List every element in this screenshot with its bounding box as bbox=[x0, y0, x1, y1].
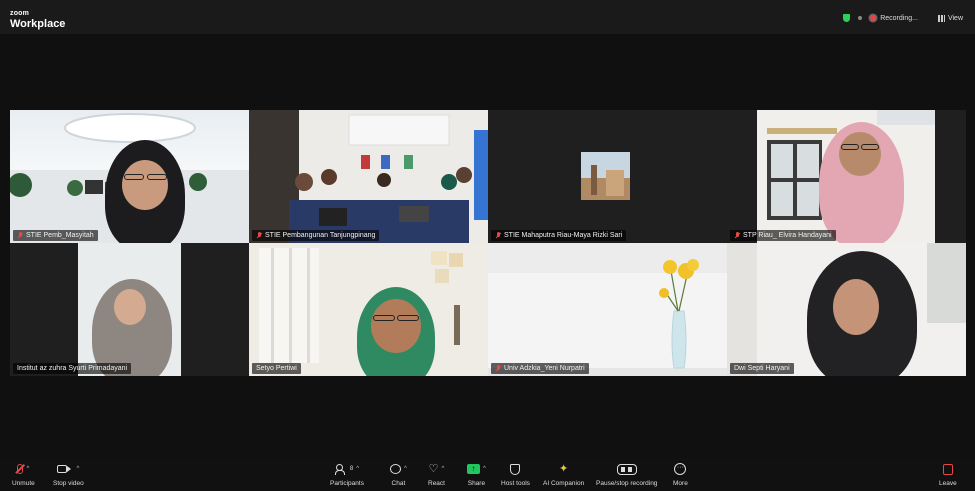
mic-muted-icon bbox=[17, 232, 23, 239]
chat-button[interactable]: ^ Chat bbox=[390, 462, 407, 487]
ai-companion-button[interactable]: ✦ AI Companion bbox=[543, 462, 584, 487]
mic-muted-icon bbox=[734, 232, 740, 239]
participant-tile[interactable]: STIE Pemb_Masyitah bbox=[10, 110, 249, 243]
more-icon: ··· bbox=[674, 463, 687, 475]
brand-top: zoom bbox=[10, 10, 30, 17]
participants-button[interactable]: 8 ^ Participants bbox=[330, 462, 364, 487]
participant-tile[interactable]: Dwi Septi Haryani bbox=[727, 243, 966, 376]
participant-tile[interactable]: Univ Adzkia_Yeni Nurpatri bbox=[488, 243, 727, 376]
mic-muted-icon bbox=[256, 232, 262, 239]
leave-icon bbox=[942, 463, 953, 475]
more-button[interactable]: ··· More bbox=[673, 462, 688, 487]
participant-name-tag: Institut az zuhra Syurti Primadayani bbox=[13, 363, 132, 374]
host-tools-button[interactable]: Host tools bbox=[501, 462, 530, 487]
participant-tile[interactable]: STIE Mahaputra Riau-Maya Rizki Sari bbox=[488, 110, 727, 243]
chevron-up-icon[interactable]: ^ bbox=[76, 466, 79, 472]
top-bar: zoom Workplace Recording... View bbox=[0, 0, 975, 34]
camera-icon bbox=[57, 465, 72, 473]
participant-video bbox=[249, 110, 488, 243]
mic-muted-icon bbox=[495, 232, 501, 239]
chevron-up-icon[interactable]: ^ bbox=[483, 466, 486, 472]
view-grid-icon bbox=[937, 14, 945, 22]
recording-icon bbox=[870, 15, 877, 21]
participant-name-tag: STP Riau_ Elvira Handayani bbox=[730, 230, 836, 241]
participant-name-tag: Dwi Septi Haryani bbox=[730, 363, 794, 374]
participant-tile-active-speaker[interactable]: Setyo Pertiwi bbox=[249, 243, 488, 376]
mic-muted-icon bbox=[17, 464, 24, 474]
participant-name-tag: Univ Adzkia_Yeni Nurpatri bbox=[491, 363, 589, 374]
chevron-up-icon[interactable]: ^ bbox=[356, 466, 359, 472]
meeting-toolbar: ^ Unmute ^ Stop video 8 ^ Participants ^ … bbox=[0, 458, 975, 491]
react-icon: ♡ bbox=[428, 462, 439, 475]
participants-icon bbox=[334, 464, 347, 475]
ai-companion-icon: ✦ bbox=[558, 462, 569, 475]
participant-tile[interactable]: STP Riau_ Elvira Handayani bbox=[727, 110, 966, 243]
zoom-logo: zoom Workplace bbox=[10, 10, 65, 30]
view-label: View bbox=[947, 14, 963, 22]
participant-tile[interactable]: STIE Pembangunan Tanjungpinang bbox=[249, 110, 488, 243]
shield-icon[interactable] bbox=[843, 14, 851, 22]
info-icon[interactable] bbox=[858, 16, 863, 20]
participant-tile[interactable]: Institut az zuhra Syurti Primadayani bbox=[10, 243, 249, 376]
recording-label: Recording... bbox=[880, 14, 918, 22]
participant-avatar bbox=[581, 152, 630, 200]
participant-name-tag: Setyo Pertiwi bbox=[252, 363, 301, 374]
react-button[interactable]: ♡ ^ React bbox=[428, 462, 445, 487]
stop-video-button[interactable]: ^ Stop video bbox=[53, 462, 84, 487]
participants-count: 8 bbox=[349, 466, 354, 472]
participant-name-tag: STIE Pemb_Masyitah bbox=[13, 230, 98, 241]
brand-bottom: Workplace bbox=[10, 18, 66, 30]
chevron-up-icon[interactable]: ^ bbox=[26, 466, 29, 472]
pause-stop-recording-button[interactable]: Pause/stop recording bbox=[596, 462, 657, 487]
host-tools-icon bbox=[510, 463, 521, 475]
chevron-up-icon[interactable]: ^ bbox=[442, 466, 445, 472]
share-icon: ↑ bbox=[467, 464, 480, 474]
participant-video bbox=[488, 243, 727, 376]
pause-record-icon bbox=[616, 463, 637, 475]
video-gallery: STIE Pemb_Masyitah STIE Pembangunan Tanj… bbox=[10, 110, 966, 378]
view-button[interactable]: View bbox=[937, 14, 963, 22]
participant-name-tag: STIE Mahaputra Riau-Maya Rizki Sari bbox=[491, 230, 627, 241]
leave-button[interactable]: Leave bbox=[939, 462, 957, 487]
unmute-button[interactable]: ^ Unmute bbox=[12, 462, 35, 487]
chat-icon bbox=[390, 464, 401, 474]
mic-muted-icon bbox=[495, 365, 501, 372]
recording-indicator[interactable]: Recording... bbox=[870, 15, 918, 22]
share-button[interactable]: ↑ ^ Share bbox=[467, 462, 486, 487]
chevron-up-icon[interactable]: ^ bbox=[404, 466, 407, 472]
participant-name-tag: STIE Pembangunan Tanjungpinang bbox=[252, 230, 380, 241]
